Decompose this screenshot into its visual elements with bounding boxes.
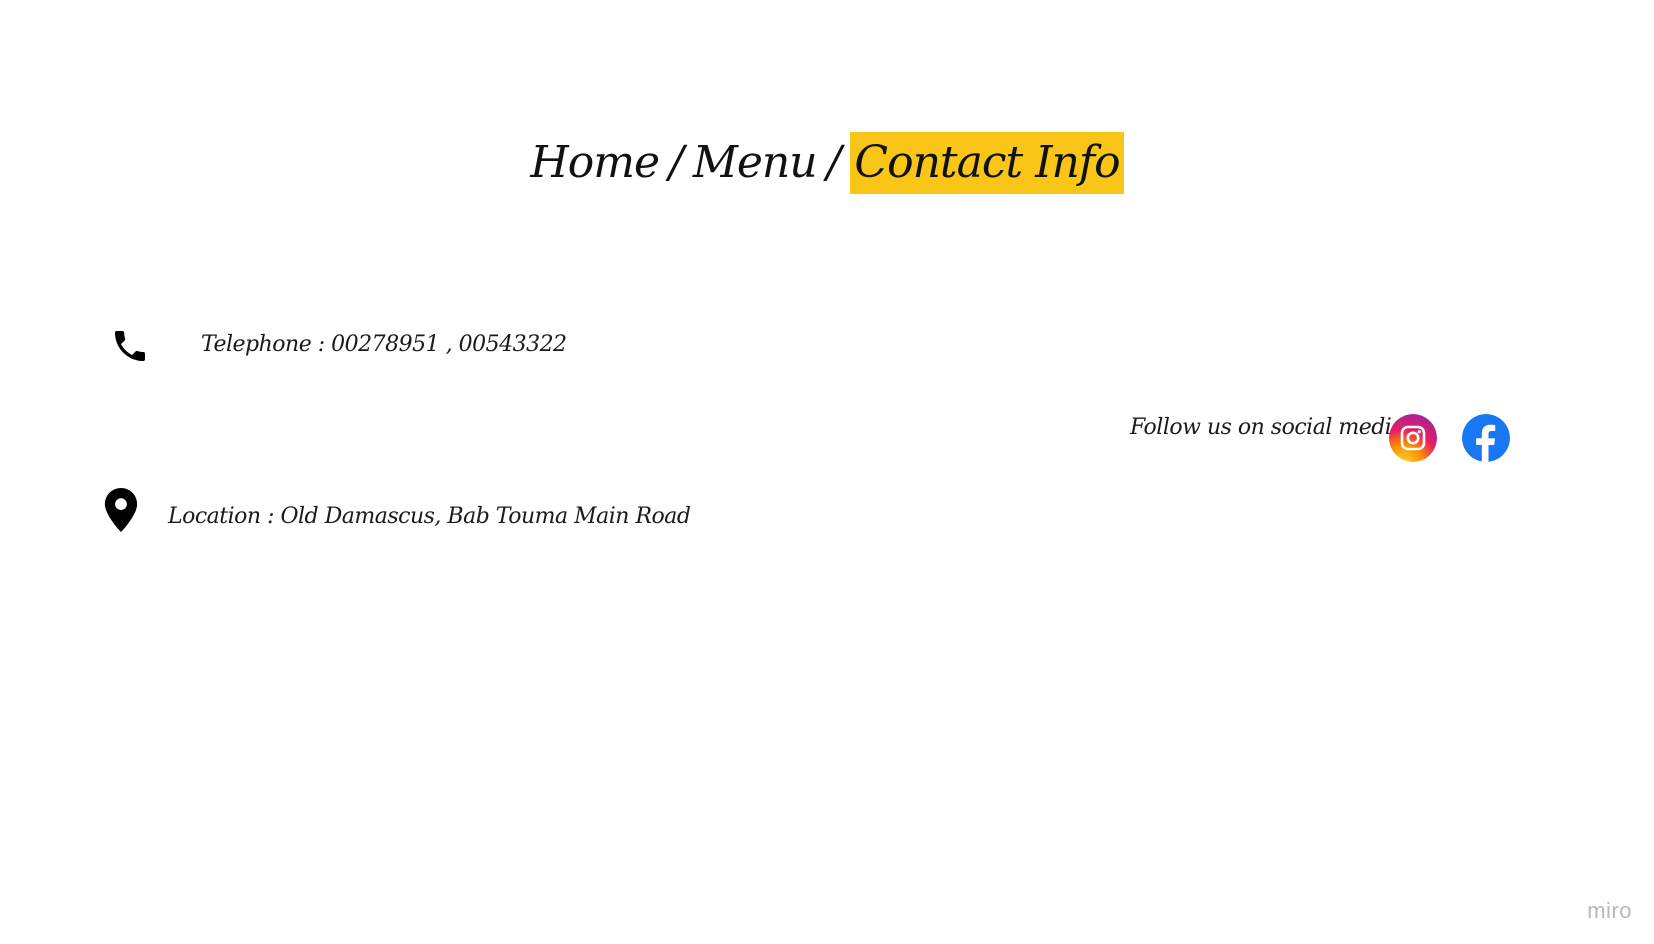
nav-home-link[interactable]: Home	[530, 131, 660, 195]
social-label: Follow us on social media :	[1130, 415, 1418, 440]
instagram-icon[interactable]	[1389, 414, 1437, 462]
breadcrumb-nav: Home / Menu / Contact Info	[0, 128, 1654, 195]
facebook-icon[interactable]	[1462, 414, 1510, 462]
phone-icon	[115, 331, 145, 361]
nav-separator: /	[668, 136, 684, 188]
telephone-text: Telephone : 00278951 , 00543322	[201, 332, 567, 357]
map-pin-icon	[104, 488, 138, 532]
nav-contact-link[interactable]: Contact Info	[850, 131, 1124, 194]
location-text: Location : Old Damascus, Bab Touma Main …	[168, 504, 691, 529]
miro-watermark: miro	[1587, 898, 1632, 923]
nav-menu-link[interactable]: Menu	[693, 131, 818, 195]
nav-separator: /	[826, 136, 842, 188]
